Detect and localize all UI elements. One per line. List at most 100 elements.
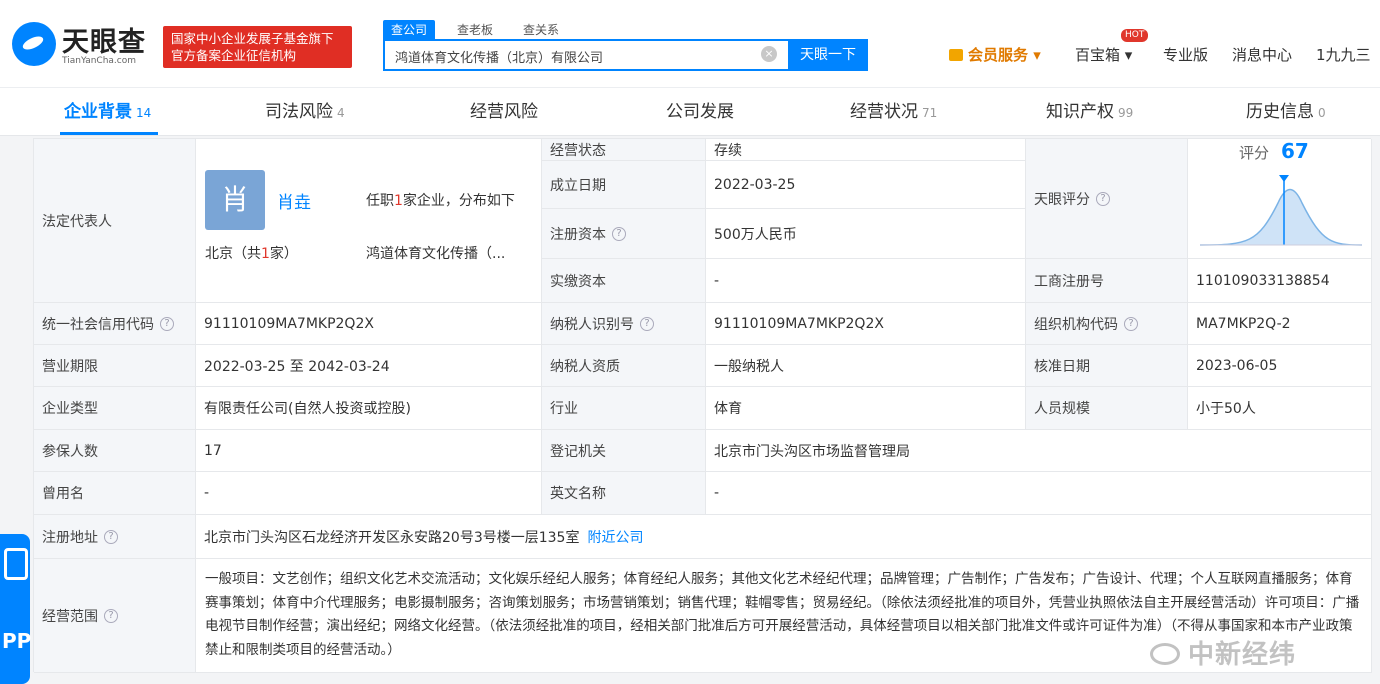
tab-count: 99 xyxy=(1118,106,1134,120)
tab-company-background[interactable]: 企业背景 14 xyxy=(64,88,151,136)
tab-label: 司法风险 xyxy=(265,102,333,122)
tab-intellectual-property[interactable]: 知识产权 99 xyxy=(1046,88,1133,136)
tab-business-risk[interactable]: 经营风险 xyxy=(470,88,538,136)
search-tab-relation[interactable]: 查关系 xyxy=(515,20,567,39)
tab-label: 公司发展 xyxy=(666,102,734,122)
score-value: 67 xyxy=(1281,139,1309,163)
active-tab-underline xyxy=(60,132,158,135)
approve-value: 2023-06-05 xyxy=(1188,345,1372,387)
baobox-label: 百宝箱 xyxy=(1075,46,1121,64)
term-label: 营业期限 xyxy=(34,345,196,387)
message-center-link[interactable]: 消息中心 xyxy=(1232,44,1292,65)
rep-label: 法定代表人 xyxy=(34,139,196,303)
tab-label: 知识产权 xyxy=(1046,102,1114,122)
help-icon[interactable]: ? xyxy=(104,608,118,623)
type-value: 有限责任公司(自然人投资或控股) xyxy=(196,387,542,430)
insured-label: 参保人数 xyxy=(34,430,196,472)
rep-avatar[interactable]: 肖 xyxy=(205,170,265,230)
section-tabs: 企业背景 14 司法风险 4 经营风险 公司发展 经营状况 71 知识产权 99 历史信… xyxy=(0,88,1380,136)
industry-value: 体育 xyxy=(706,387,1026,430)
tax-label-text: 纳税人识别号 xyxy=(550,316,634,333)
addr-value: 北京市门头沟区石龙经济开发区永安路20号3号楼一层135室 附近公司 xyxy=(196,515,1372,559)
credit-label: 统一社会信用代码? xyxy=(34,303,196,345)
regorg-label: 登记机关 xyxy=(542,430,706,472)
org-label-text: 组织机构代码 xyxy=(1034,316,1118,333)
taxq-value: 一般纳税人 xyxy=(706,345,1026,387)
weibo-icon xyxy=(1150,643,1180,665)
score-text: 评分 xyxy=(1239,144,1270,162)
search-tab-company[interactable]: 查公司 xyxy=(383,20,436,39)
clear-icon[interactable]: × xyxy=(761,46,777,62)
capital-value: 500万人民币 xyxy=(706,209,1026,259)
credit-value: 91110109MA7MKP2Q2X xyxy=(196,303,542,345)
scope-label: 经营范围? xyxy=(34,559,196,673)
gov-badge-line1: 国家中小企业发展子基金旗下 xyxy=(171,31,334,46)
former-label: 曾用名 xyxy=(34,472,196,515)
watermark: 中新经纬 xyxy=(1150,634,1296,671)
pro-version-link[interactable]: 专业版 xyxy=(1163,44,1208,65)
search-button[interactable]: 天眼一下 xyxy=(788,39,868,71)
rep-name-link[interactable]: 肖垚 xyxy=(277,188,311,213)
help-icon[interactable]: ? xyxy=(612,226,626,241)
credit-label-text: 统一社会信用代码 xyxy=(42,316,154,333)
scope-label-text: 经营范围 xyxy=(42,608,98,625)
industry-label: 行业 xyxy=(542,387,706,430)
rep-info-post: 家企业，分布如下 xyxy=(402,193,515,209)
help-icon[interactable]: ? xyxy=(160,316,174,331)
addr-text: 北京市门头沟区石龙经济开发区永安路20号3号楼一层135室 xyxy=(204,529,580,546)
rep-city[interactable]: 北京（共1家） xyxy=(205,243,298,263)
score-label-text: 天眼评分 xyxy=(1034,191,1090,208)
nearby-companies-link[interactable]: 附近公司 xyxy=(587,527,643,547)
capital-label-text: 注册资本 xyxy=(550,226,606,243)
app-download-sidebar[interactable]: PP xyxy=(0,534,31,684)
tab-history[interactable]: 历史信息 0 xyxy=(1246,88,1326,136)
tab-operating-status[interactable]: 经营状况 71 xyxy=(850,88,937,136)
rep-info-num: 1 xyxy=(394,193,403,209)
approve-label: 核准日期 xyxy=(1026,345,1188,387)
tab-company-development[interactable]: 公司发展 xyxy=(666,88,734,136)
paid-value: - xyxy=(706,259,1026,303)
type-label: 企业类型 xyxy=(34,387,196,430)
status-value: 存续 xyxy=(706,139,1026,161)
tab-count: 71 xyxy=(922,106,938,120)
founded-label: 成立日期 xyxy=(542,161,706,209)
user-menu[interactable]: 1九九三 xyxy=(1316,44,1371,65)
taxq-label: 纳税人资质 xyxy=(542,345,706,387)
help-icon[interactable]: ? xyxy=(1096,191,1110,206)
en-label: 英文名称 xyxy=(542,472,706,515)
logo-mark-icon xyxy=(12,22,56,66)
rep-company-link[interactable]: 鸿道体育文化传播（... xyxy=(366,243,505,263)
former-value: - xyxy=(196,472,542,515)
score-cell[interactable] xyxy=(1188,139,1372,259)
tab-count: 0 xyxy=(1318,106,1326,120)
org-value: MA7MKP2Q-2 xyxy=(1188,303,1372,345)
score-label: 天眼评分? xyxy=(1026,139,1188,259)
rep-city-pre: 北京（共 xyxy=(205,246,261,262)
help-icon[interactable]: ? xyxy=(104,529,118,544)
search-input[interactable]: 鸿道体育文化传播（北京）有限公司 xyxy=(383,39,788,71)
baobox-menu[interactable]: 百宝箱 ▾ xyxy=(1075,44,1132,65)
gov-badge-line2: 官方备案企业征信机构 xyxy=(171,48,297,63)
vip-service-menu[interactable]: 会员服务 ▾ xyxy=(949,44,1041,65)
crown-icon xyxy=(949,49,963,61)
regno-value: 110109033138854 xyxy=(1188,259,1372,303)
tab-count: 14 xyxy=(136,106,152,120)
en-value: - xyxy=(706,472,1372,515)
rep-city-post: 家） xyxy=(269,246,298,262)
watermark-text: 中新经纬 xyxy=(1188,640,1297,670)
org-label: 组织机构代码? xyxy=(1026,303,1188,345)
logo-subtext: TianYanCha.com xyxy=(62,56,137,66)
tab-legal-risk[interactable]: 司法风险 4 xyxy=(265,88,345,136)
founded-value: 2022-03-25 xyxy=(706,161,1026,209)
gov-badge[interactable]: 国家中小企业发展子基金旗下 官方备案企业征信机构 xyxy=(163,26,352,68)
tax-value: 91110109MA7MKP2Q2X xyxy=(706,303,1026,345)
search-tab-boss[interactable]: 查老板 xyxy=(449,20,501,39)
addr-label-text: 注册地址 xyxy=(42,529,98,546)
addr-label: 注册地址? xyxy=(34,515,196,559)
tab-label: 经营风险 xyxy=(470,102,538,122)
help-icon[interactable]: ? xyxy=(1124,316,1138,331)
rep-info: 任职1家企业，分布如下 xyxy=(366,190,515,210)
site-logo[interactable]: 天眼查 TianYanCha.com xyxy=(12,20,152,70)
help-icon[interactable]: ? xyxy=(640,316,654,331)
staff-value: 小于50人 xyxy=(1188,387,1372,430)
